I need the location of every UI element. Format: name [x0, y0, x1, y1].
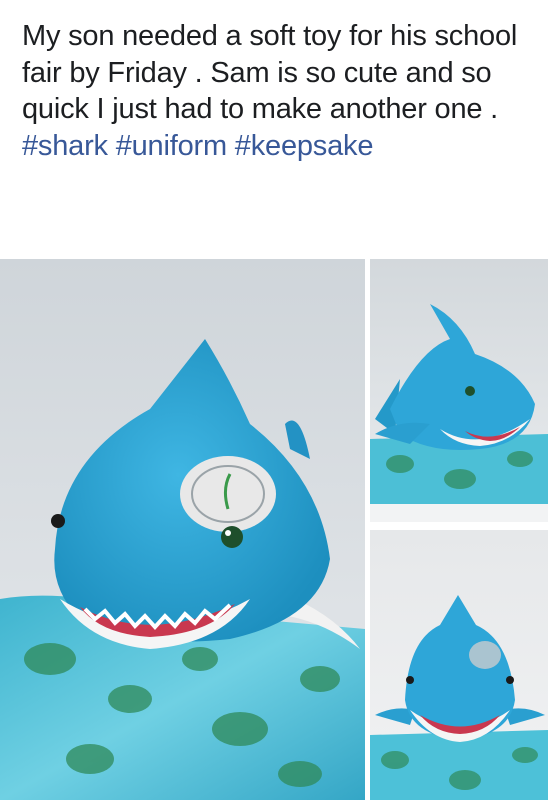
post-text-body: My son needed a soft toy for his school … — [22, 20, 518, 125]
photo-shark-plush-angle-view[interactable] — [370, 259, 548, 522]
post-text-space — [227, 130, 235, 162]
hashtag-shark-link[interactable]: #shark — [22, 130, 108, 162]
shark-plush-image — [0, 259, 365, 800]
hashtag-keepsake-link[interactable]: #keepsake — [235, 130, 374, 162]
post-text: My son needed a soft toy for his school … — [22, 18, 537, 164]
photo-shark-plush-side-view[interactable] — [0, 259, 365, 800]
photo-shark-plush-front-view[interactable] — [370, 530, 548, 800]
shark-plush-image — [370, 530, 548, 800]
hashtag-uniform-link[interactable]: #uniform — [116, 130, 227, 162]
post-text-space — [108, 130, 116, 162]
shark-plush-image — [370, 259, 548, 522]
